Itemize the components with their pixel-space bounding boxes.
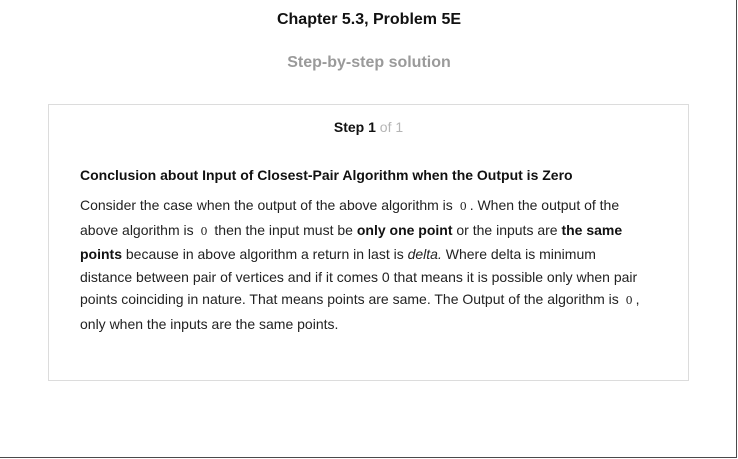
body-text-segment: Consider the case when the output of the… [80, 197, 457, 213]
solution-card: Step 1 of 1 Conclusion about Input of Cl… [48, 104, 689, 381]
zero-symbol: 0 [459, 200, 467, 213]
step-number: 1 [368, 119, 376, 135]
body-text-segment: then the input must be [210, 221, 357, 238]
step-indicator: Step 1 of 1 [49, 119, 688, 135]
body-text-segment: or the inputs are [452, 221, 562, 238]
body-text-segment: because in above algorithm a return in l… [122, 246, 408, 263]
italic-term: delta. [407, 246, 442, 263]
section-heading: Conclusion about Input of Closest-Pair A… [80, 167, 573, 183]
chapter-title: Chapter 5.3, Problem 5E [276, 11, 462, 28]
step-total: of 1 [379, 119, 404, 135]
zero-symbol: 0 [625, 294, 633, 308]
zero-symbol: 0 [200, 224, 208, 238]
solution-subtitle: Step-by-step solution [287, 54, 451, 71]
solution-body: Consider the case when the output of the… [80, 194, 650, 336]
step-label: Step [333, 119, 365, 135]
emphasis-text: only one point [356, 221, 453, 238]
